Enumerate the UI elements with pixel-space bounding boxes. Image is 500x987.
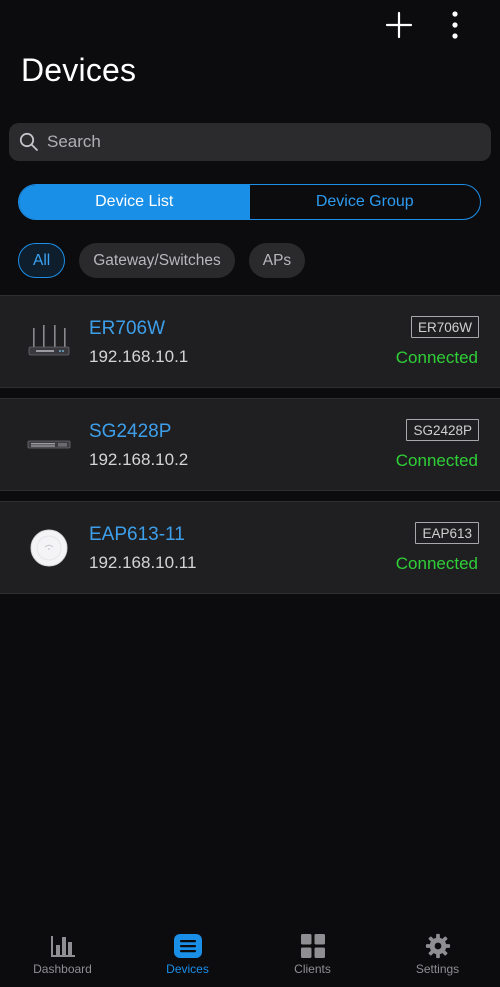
gear-icon — [425, 933, 450, 959]
header-actions — [382, 8, 472, 42]
device-model-badge: EAP613 — [415, 522, 479, 544]
access-point-icon — [30, 529, 68, 567]
tab-device-group[interactable]: Device Group — [250, 185, 481, 219]
tab-dashboard[interactable]: Dashboard — [0, 927, 125, 987]
device-ip: 192.168.10.1 — [89, 347, 189, 366]
device-name[interactable]: EAP613-11 — [89, 524, 185, 546]
bar-chart-icon — [50, 936, 75, 957]
device-name[interactable]: SG2428P — [89, 421, 171, 443]
device-name[interactable]: ER706W — [89, 318, 165, 340]
device-status: Connected — [395, 348, 478, 367]
search-bar[interactable] — [9, 123, 491, 161]
tab-label: Dashboard — [33, 962, 92, 976]
tab-settings[interactable]: Settings — [375, 927, 500, 987]
device-row[interactable]: EAP613-11 192.168.10.11 EAP613 Connected — [0, 501, 500, 594]
devices-list-icon — [173, 934, 202, 958]
plus-icon — [385, 11, 413, 39]
device-model-badge: SG2428P — [406, 419, 479, 441]
tab-label: Clients — [294, 962, 331, 976]
switch-icon — [27, 440, 71, 449]
add-device-button[interactable] — [382, 8, 416, 42]
bottom-tab-bar: Dashboard Devices Clients Settings — [0, 927, 500, 987]
device-row[interactable]: SG2428P 192.168.10.2 SG2428P Connected — [0, 398, 500, 491]
tab-device-list[interactable]: Device List — [19, 185, 250, 219]
device-row[interactable]: ER706W 192.168.10.1 ER706W Connected — [0, 295, 500, 388]
filter-all[interactable]: All — [18, 243, 66, 278]
device-type-filters: All Gateway/Switches APs — [18, 243, 306, 278]
device-model-badge: ER706W — [410, 316, 479, 338]
device-status: Connected — [395, 554, 478, 573]
device-ip: 192.168.10.2 — [89, 450, 189, 469]
device-status: Connected — [395, 451, 478, 470]
grid-icon — [300, 934, 325, 958]
filter-aps[interactable]: APs — [248, 243, 306, 278]
search-icon — [19, 132, 38, 151]
search-input[interactable] — [47, 132, 467, 152]
tab-devices[interactable]: Devices — [125, 927, 250, 987]
tab-clients[interactable]: Clients — [250, 927, 375, 987]
filter-gateway-switches[interactable]: Gateway/Switches — [79, 243, 235, 278]
tab-label: Settings — [415, 962, 460, 976]
more-vertical-icon — [452, 11, 458, 39]
view-segmented-control: Device List Device Group — [18, 184, 481, 220]
page-title: Devices — [21, 52, 137, 88]
more-options-button[interactable] — [438, 8, 472, 42]
router-icon — [28, 325, 70, 356]
device-ip: 192.168.10.11 — [89, 553, 197, 572]
tab-label: Devices — [166, 962, 209, 976]
